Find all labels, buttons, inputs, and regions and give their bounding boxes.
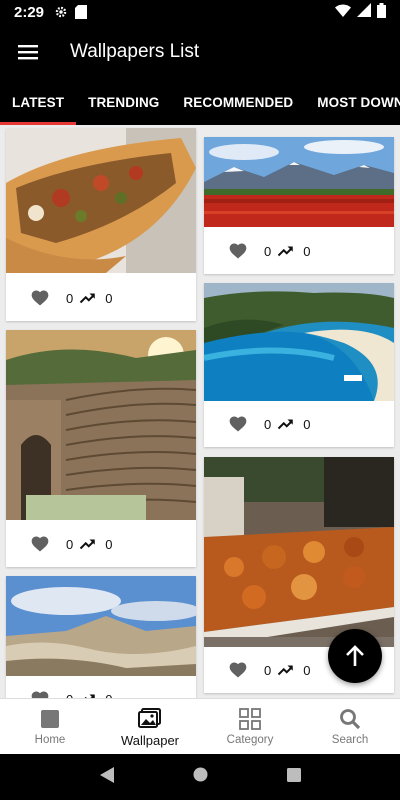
status-time: 2:29 (14, 3, 45, 21)
scroll-to-top-button[interactable] (328, 629, 382, 683)
page-title: Wallpapers List (70, 41, 200, 62)
nav-category-label: Category (226, 734, 274, 746)
like-count: 0 (66, 290, 74, 306)
tab-bar: LATEST TRENDING RECOMMENDED MOST DOWNLOA… (0, 80, 400, 125)
settings-icon (54, 5, 68, 19)
trending-icon (277, 661, 295, 679)
view-count: 0 (303, 243, 311, 259)
nav-wallpaper[interactable]: Wallpaper (100, 699, 200, 754)
like-count: 0 (66, 536, 74, 552)
wallpaper-card[interactable]: 0 0 (204, 137, 394, 274)
wallpaper-card[interactable]: 0 0 (204, 283, 394, 447)
trending-icon (79, 690, 97, 698)
system-nav-bar (0, 754, 400, 800)
tab-latest[interactable]: LATEST (0, 80, 77, 125)
wallpaper-image[interactable] (204, 457, 394, 647)
signal-icon (357, 3, 371, 21)
nav-home[interactable]: Home (0, 699, 100, 754)
status-right (335, 2, 386, 22)
wifi-icon (335, 4, 351, 21)
wallpaper-card[interactable]: 0 0 (6, 576, 196, 698)
wallpaper-image[interactable] (204, 137, 394, 227)
nav-search-label: Search (331, 734, 369, 746)
trending-icon (79, 289, 97, 307)
trending-icon (277, 415, 295, 433)
wallpaper-image[interactable] (6, 576, 196, 676)
recents-icon[interactable] (286, 767, 301, 787)
card-stats: 0 0 (6, 275, 196, 321)
tab-recommended[interactable]: RECOMMENDED (171, 80, 305, 125)
tab-most-downloaded[interactable]: MOST DOWNLOADED (305, 80, 400, 125)
heart-icon[interactable] (30, 288, 50, 308)
view-count: 0 (105, 536, 113, 552)
like-count: 0 (264, 416, 272, 432)
grid-icon (238, 707, 262, 731)
app-bar: Wallpapers List (0, 24, 400, 80)
nav-search[interactable]: Search (300, 699, 400, 754)
wallpaper-grid[interactable]: 0 0 0 0 0 0 0 0 0 0 (0, 125, 400, 698)
wallpaper-card[interactable]: 0 0 (6, 330, 196, 567)
wallpaper-card[interactable]: 0 0 (6, 128, 196, 321)
like-count: 0 (264, 243, 272, 259)
bottom-navigation: Home Wallpaper Category Search (0, 698, 400, 754)
card-stats: 0 0 (6, 521, 196, 567)
view-count: 0 (303, 662, 311, 678)
heart-icon[interactable] (228, 241, 248, 261)
menu-button[interactable] (0, 24, 56, 80)
hamburger-icon (18, 45, 38, 60)
search-icon (338, 707, 362, 731)
wallpaper-image[interactable] (6, 330, 196, 520)
arrow-up-icon (346, 645, 364, 666)
home-circle-icon[interactable] (193, 767, 208, 787)
trending-icon (277, 242, 295, 260)
app-screen: 2:29 Wallpapers List LATEST TRENDING REC… (0, 0, 400, 800)
home-icon (38, 707, 62, 731)
tab-trending[interactable]: TRENDING (76, 80, 171, 125)
sd-card-icon (74, 5, 88, 19)
battery-icon (377, 2, 386, 22)
heart-icon[interactable] (228, 660, 248, 680)
nav-home-label: Home (34, 734, 66, 746)
status-bar: 2:29 (0, 0, 400, 24)
nav-wallpaper-label: Wallpaper (120, 732, 180, 748)
wallpaper-image[interactable] (6, 128, 196, 273)
view-count: 0 (303, 416, 311, 432)
back-icon[interactable] (99, 766, 114, 788)
nav-category[interactable]: Category (200, 699, 300, 754)
trending-icon (79, 535, 97, 553)
view-count: 0 (105, 290, 113, 306)
wallpaper-image[interactable] (204, 283, 394, 401)
heart-icon[interactable] (228, 414, 248, 434)
card-stats: 0 0 (6, 676, 196, 698)
wallpaper-icon (138, 706, 162, 730)
heart-icon[interactable] (30, 689, 50, 698)
card-stats: 0 0 (204, 228, 394, 274)
heart-icon[interactable] (30, 534, 50, 554)
like-count: 0 (264, 662, 272, 678)
card-stats: 0 0 (204, 401, 394, 447)
